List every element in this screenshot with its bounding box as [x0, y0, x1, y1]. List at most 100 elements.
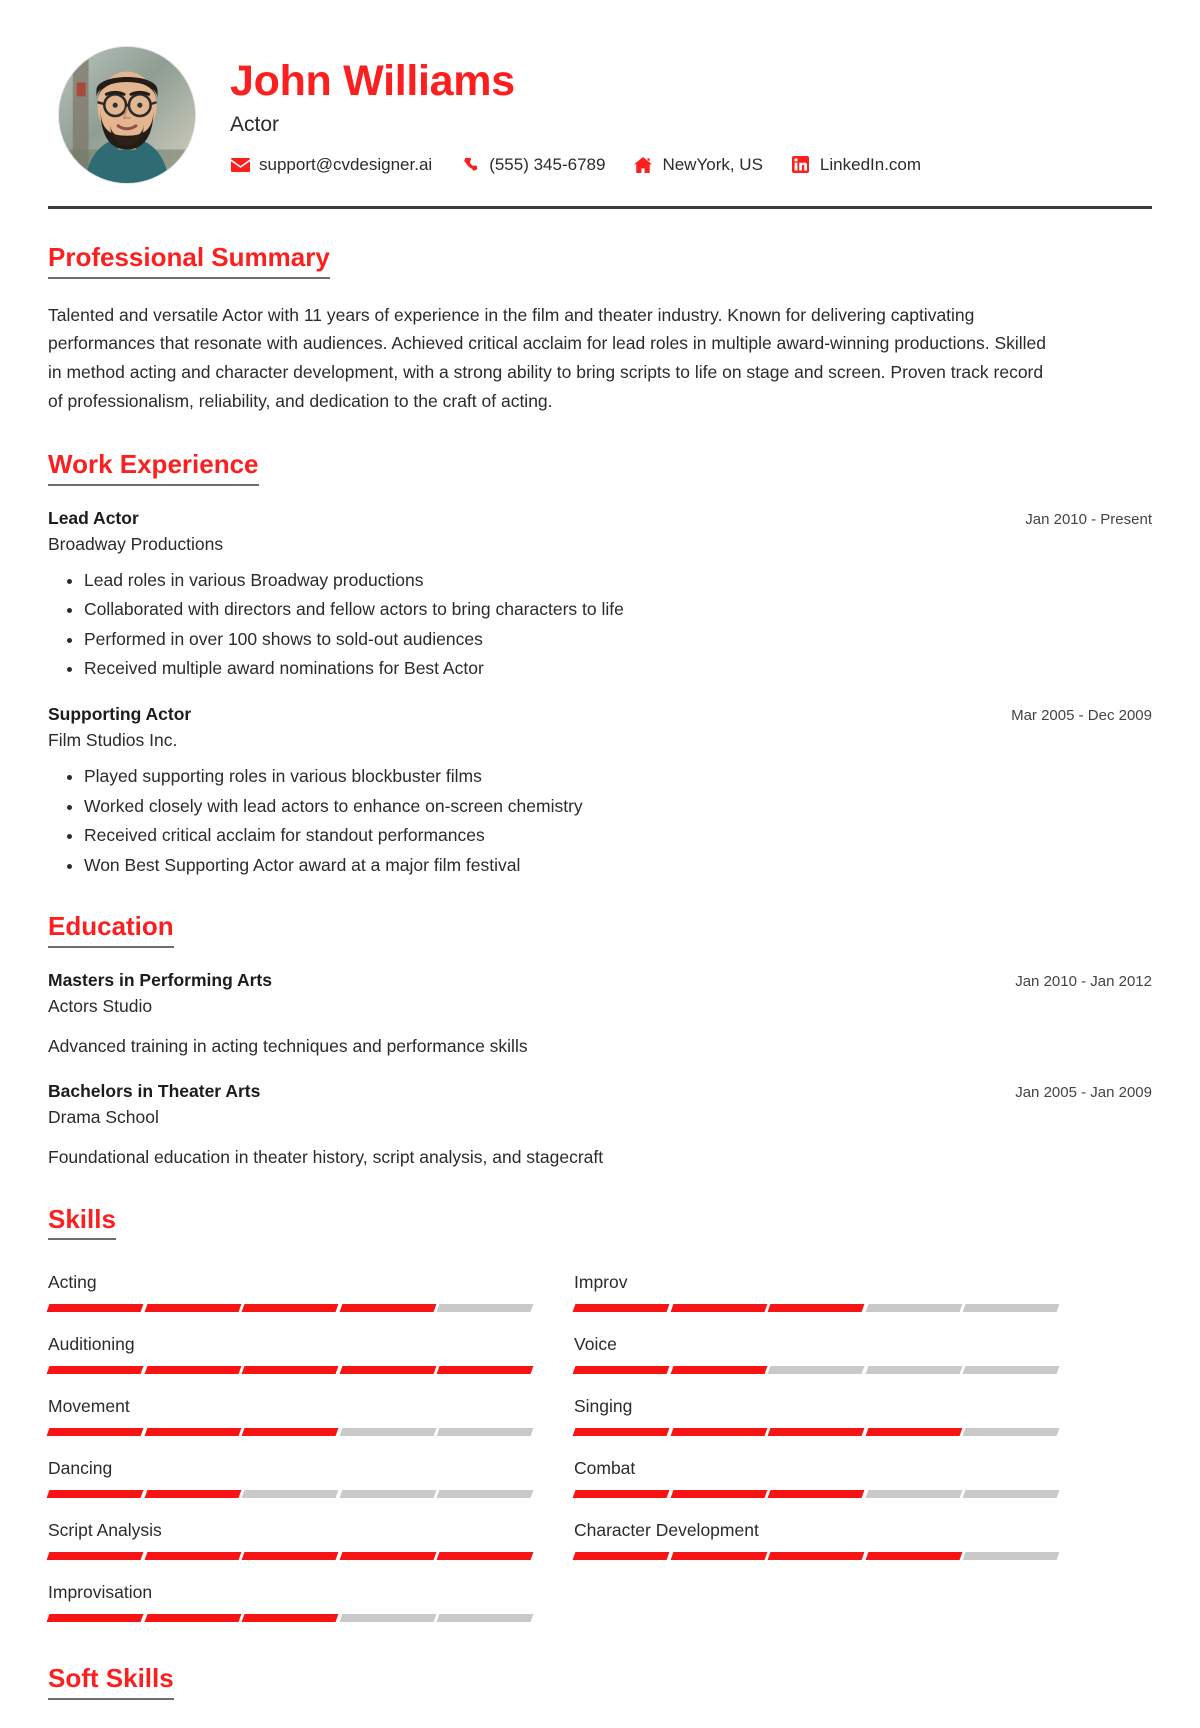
section-professional-summary: Professional Summary Talented and versat… — [48, 243, 1152, 416]
work-role: Supporting Actor — [48, 704, 192, 725]
skill-item: Combat — [572, 1448, 1060, 1510]
skill-item: Auditioning — [46, 1324, 534, 1386]
page-bottom-spacer — [48, 1700, 1152, 1728]
skill-segment-empty — [339, 1614, 436, 1623]
skill-segment-filled — [241, 1304, 339, 1313]
envelope-icon — [230, 156, 250, 174]
skill-segment-filled — [46, 1304, 144, 1313]
skill-level-bar — [572, 1552, 1060, 1561]
skill-segment-empty — [436, 1614, 534, 1623]
skill-segment-empty — [436, 1490, 534, 1499]
section-title-education: Education — [48, 912, 174, 949]
skill-label: Character Development — [574, 1520, 759, 1541]
skill-segment-empty — [962, 1304, 1060, 1313]
skill-level-bar — [46, 1304, 534, 1313]
skills-grid: Acting Improv Auditioning Voice Movement Sing… — [46, 1262, 1060, 1634]
skill-item: Singing — [572, 1386, 1060, 1448]
skill-segment-empty — [241, 1490, 339, 1499]
skill-segment-filled — [572, 1552, 670, 1561]
work-role: Lead Actor — [48, 507, 139, 528]
skill-segment-filled — [241, 1428, 339, 1437]
skill-item: Character Development — [572, 1510, 1060, 1572]
list-item: Lead roles in various Broadway productio… — [84, 567, 1152, 594]
skill-segment-empty — [962, 1552, 1060, 1561]
section-title-summary: Professional Summary — [48, 243, 330, 279]
skill-segment-filled — [46, 1366, 144, 1375]
skill-level-bar — [572, 1428, 1060, 1437]
skill-segment-filled — [339, 1366, 436, 1375]
skill-segment-filled — [46, 1428, 144, 1437]
skill-level-bar — [572, 1304, 1060, 1313]
contact-location[interactable]: NewYork, US — [633, 154, 763, 175]
skill-item: Voice — [572, 1324, 1060, 1386]
skill-segment-empty — [767, 1366, 865, 1375]
section-title-work: Work Experience — [48, 450, 259, 486]
list-item: Played supporting roles in various block… — [84, 763, 1152, 790]
list-item: Received multiple award nominations for … — [84, 655, 1152, 682]
skill-segment-filled — [670, 1552, 767, 1561]
skill-label: Acting — [48, 1272, 97, 1293]
skill-segment-filled — [339, 1304, 436, 1313]
skill-segment-filled — [436, 1552, 534, 1561]
skill-level-bar — [46, 1366, 534, 1375]
phone-icon — [460, 156, 480, 174]
skill-segment-filled — [144, 1490, 241, 1499]
skill-label: Movement — [48, 1396, 130, 1417]
education-school: Drama School — [48, 1107, 159, 1128]
skill-segment-filled — [436, 1366, 534, 1375]
skill-segment-empty — [339, 1490, 436, 1499]
work-entry: Lead Actor Jan 2010 - Present Broadway P… — [48, 508, 1152, 682]
education-desc: Foundational education in theater histor… — [48, 1147, 604, 1168]
skill-segment-filled — [241, 1614, 339, 1623]
work-org: Film Studios Inc. — [48, 730, 178, 751]
skill-label: Auditioning — [48, 1334, 135, 1355]
section-title-skills: Skills — [48, 1204, 116, 1241]
skill-segment-filled — [767, 1428, 865, 1437]
skill-level-bar — [46, 1614, 534, 1623]
contact-linkedin-label: LinkedIn.com — [819, 154, 922, 174]
skill-segment-filled — [670, 1304, 767, 1313]
skill-segment-filled — [670, 1366, 767, 1375]
skill-label: Voice — [574, 1334, 617, 1355]
home-icon — [633, 156, 653, 174]
skill-item: Acting — [46, 1262, 534, 1324]
skill-level-bar — [572, 1366, 1060, 1375]
skill-label: Combat — [574, 1458, 636, 1479]
skill-segment-filled — [572, 1490, 670, 1499]
skill-segment-filled — [767, 1304, 865, 1313]
skill-segment-empty — [339, 1428, 436, 1437]
skill-segment-filled — [144, 1552, 241, 1561]
skill-segment-filled — [339, 1552, 436, 1561]
list-item: Performed in over 100 shows to sold-out … — [84, 626, 1152, 653]
list-item: Worked closely with lead actors to enhan… — [84, 793, 1152, 820]
skill-item: Movement — [46, 1386, 534, 1448]
skill-segment-filled — [572, 1366, 670, 1375]
skill-item: Script Analysis — [46, 1510, 534, 1572]
skill-segment-filled — [670, 1490, 767, 1499]
contact-email[interactable]: support@cvdesigner.ai — [230, 155, 432, 175]
page-title: John Williams — [230, 57, 515, 106]
skill-segment-filled — [572, 1428, 670, 1437]
contact-linkedin[interactable]: LinkedIn.com — [791, 155, 921, 175]
skill-segment-filled — [767, 1490, 865, 1499]
header-text-block: John Williams Actor support@cvdesigner.a… — [230, 55, 1152, 174]
section-soft-skills: Soft Skills — [48, 1664, 1152, 1700]
job-title: Actor — [230, 112, 280, 136]
skill-segment-filled — [144, 1366, 241, 1375]
contact-email-label: support@cvdesigner.ai — [259, 154, 433, 174]
skill-label: Script Analysis — [48, 1520, 162, 1541]
section-title-soft-skills: Soft Skills — [48, 1664, 174, 1700]
skill-segment-filled — [670, 1428, 767, 1437]
skill-segment-filled — [572, 1304, 670, 1313]
work-bullets: Lead roles in various Broadway productio… — [48, 567, 1152, 682]
skill-segment-filled — [46, 1614, 144, 1623]
skill-level-bar — [46, 1490, 534, 1499]
contact-location-label: NewYork, US — [662, 154, 763, 174]
skill-segment-empty — [436, 1304, 534, 1313]
skill-level-bar — [46, 1428, 534, 1437]
education-degree: Masters in Performing Arts — [48, 970, 272, 991]
contact-phone[interactable]: (555) 345-6789 — [460, 155, 605, 175]
skill-segment-filled — [144, 1304, 241, 1313]
section-work-experience: Work Experience Lead Actor Jan 2010 - Pr… — [48, 450, 1152, 878]
contact-row: support@cvdesigner.ai (555) 345-6789 New… — [230, 155, 1152, 175]
